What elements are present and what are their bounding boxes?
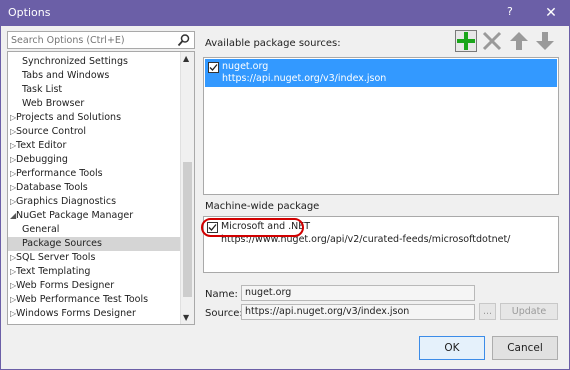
tree-item-label: Debugging: [16, 154, 68, 165]
source-enabled-checkbox[interactable]: [208, 62, 219, 73]
tree-item[interactable]: ▷ Database Tools: [8, 181, 182, 195]
available-sources-label: Available package sources:: [205, 38, 341, 49]
source-name: nuget.org: [222, 61, 269, 72]
tree-item[interactable]: ▷ Windows Forms Designer: [8, 307, 182, 321]
machine-wide-label: Machine-wide package: [205, 201, 320, 212]
tree-item-label: Performance Tools: [16, 168, 103, 179]
tree-item-label: Text Editor: [16, 140, 67, 151]
tree-item[interactable]: ▷ Graphics Diagnostics: [8, 195, 182, 209]
tree-item-label: Task List: [22, 84, 63, 95]
tree-item[interactable]: Synchronized Settings: [8, 55, 182, 69]
tree-item[interactable]: ▷ Projects and Solutions: [8, 111, 182, 125]
tree-item-label: SQL Server Tools: [16, 252, 96, 263]
search-box[interactable]: [7, 31, 195, 49]
tree-scrollbar[interactable]: ▲ ▼: [180, 52, 194, 324]
available-sources-list: nuget.org https://api.nuget.org/v3/index…: [203, 57, 559, 195]
tree-item-label: Graphics Diagnostics: [16, 196, 117, 207]
tree-item-label: Package Sources: [22, 238, 102, 249]
tree-item[interactable]: ▷ Source Control: [8, 125, 182, 139]
source-row-nugetorg[interactable]: nuget.org https://api.nuget.org/v3/index…: [205, 59, 557, 87]
tree-item-label: Web Forms Designer: [16, 280, 115, 291]
remove-source-button[interactable]: [481, 30, 503, 52]
tree-item[interactable]: ▷ Performance Tools: [8, 167, 182, 181]
chevron-down-icon[interactable]: ▼: [183, 313, 189, 322]
ok-button[interactable]: OK: [419, 336, 485, 360]
tree-item-label: Tabs and Windows: [22, 70, 110, 81]
move-down-button[interactable]: [534, 30, 556, 52]
tree-item-label: Database Tools: [16, 182, 88, 193]
help-button[interactable]: ?: [507, 5, 513, 18]
update-button[interactable]: Update: [500, 303, 558, 320]
search-icon[interactable]: [177, 33, 191, 47]
close-button[interactable]: ✕: [540, 3, 562, 23]
source-url: https://api.nuget.org/v3/index.json: [222, 73, 387, 84]
tree-item-label: Synchronized Settings: [22, 56, 128, 67]
tree-item[interactable]: ▷ Web Forms Designer: [8, 279, 182, 293]
tree-item[interactable]: ▷ Text Templating: [8, 265, 182, 279]
tree-item-label: General: [22, 224, 60, 235]
window-title: Options: [8, 6, 51, 19]
options-tree: Synchronized Settings Tabs and Windows Tas…: [7, 51, 195, 325]
tree-item[interactable]: Web Browser: [8, 97, 182, 111]
add-source-button[interactable]: [455, 30, 477, 52]
remove-icon: [482, 31, 502, 51]
tree-item-label: Web Browser: [22, 98, 85, 109]
search-input[interactable]: [11, 33, 171, 47]
tree-item[interactable]: Tabs and Windows: [8, 69, 182, 83]
tree-item[interactable]: General: [8, 223, 182, 237]
tree-item-label: NuGet Package Manager: [16, 210, 134, 221]
browse-button[interactable]: ...: [479, 303, 496, 320]
arrow-down-icon: [536, 32, 554, 50]
checkmark-icon: [209, 64, 218, 71]
tree-item[interactable]: ▷ Text Editor: [8, 139, 182, 153]
tree-item-label: Projects and Solutions: [16, 112, 122, 123]
arrow-up-icon: [510, 32, 528, 50]
tree-item-label: Windows Forms Designer: [16, 308, 136, 319]
tree-item-label: Text Templating: [16, 266, 91, 277]
highlight-annotation: [201, 218, 304, 237]
name-label: Name:: [205, 289, 238, 300]
tree-list: Synchronized Settings Tabs and Windows Tas…: [8, 55, 182, 321]
tree-item[interactable]: Task List: [8, 83, 182, 97]
tree-item-label: Source Control: [16, 126, 86, 137]
name-field[interactable]: nuget.org: [241, 285, 475, 301]
source-field[interactable]: https://api.nuget.org/v3/index.json: [241, 304, 475, 320]
source-label: Source:: [205, 308, 243, 319]
tree-item[interactable]: Package Sources: [8, 237, 182, 251]
tree-item-label: Web Performance Test Tools: [16, 294, 149, 305]
tree-item[interactable]: ▷ Web Performance Test Tools: [8, 293, 182, 307]
scroll-thumb[interactable]: [183, 162, 192, 297]
tree-item[interactable]: ▷ Debugging: [8, 153, 182, 167]
chevron-up-icon[interactable]: ▲: [183, 54, 189, 63]
plus-icon: [457, 32, 475, 50]
machine-wide-list: Microsoft and .NET https://www.nuget.org…: [201, 216, 559, 273]
move-up-button[interactable]: [508, 30, 530, 52]
tree-item[interactable]: ◢ NuGet Package Manager: [8, 209, 182, 223]
cancel-button[interactable]: Cancel: [492, 336, 558, 360]
title-bar: Options ? ✕: [0, 0, 570, 26]
tree-item[interactable]: ▷ SQL Server Tools: [8, 251, 182, 265]
